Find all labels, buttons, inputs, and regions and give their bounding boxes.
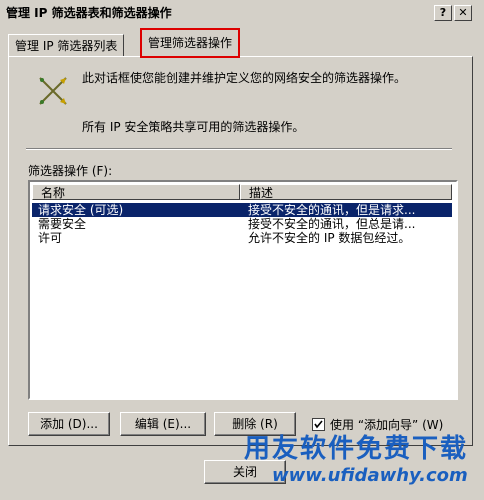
list-item-name: 需要安全: [38, 217, 87, 231]
watermark-title: 用友软件免费下载: [244, 434, 469, 464]
watermark-url: www.ufidawhy.com: [272, 465, 468, 486]
list-item-name: 许可: [38, 231, 63, 245]
list-item-description: 接受不安全的通讯，但是请求...: [248, 203, 416, 217]
filter-action-icon: [39, 77, 67, 105]
filter-actions-list[interactable]: 名称 描述 请求安全 (可选) 接受不安全的通讯，但是请求... 需要安全 接受…: [28, 180, 458, 400]
list-item[interactable]: 请求安全 (可选) 接受不安全的通讯，但是请求...: [32, 203, 452, 217]
column-header-name[interactable]: 名称: [32, 184, 240, 200]
tab-filter-actions[interactable]: 管理筛选器操作: [140, 28, 241, 58]
list-item[interactable]: 许可 允许不安全的 IP 数据包经过。: [32, 231, 452, 245]
description-text: 此对话框使您能创建并维护定义您的网络安全的筛选器操作。: [82, 71, 407, 85]
list-item-description: 接受不安全的通讯，但总是请...: [248, 217, 416, 231]
filter-actions-label: 筛选器操作 (F):: [28, 164, 113, 178]
description-shared-text: 所有 IP 安全策略共享可用的筛选器操作。: [82, 120, 305, 134]
help-button[interactable]: ?: [434, 5, 452, 21]
list-item-description: 允许不安全的 IP 数据包经过。: [248, 231, 411, 245]
edit-button[interactable]: 编辑 (E)...: [120, 412, 206, 436]
list-item-name: 请求安全 (可选): [38, 203, 124, 217]
close-window-button[interactable]: ✕: [454, 5, 472, 21]
column-header-description[interactable]: 描述: [240, 184, 452, 200]
title-bar: 管理 IP 筛选器表和筛选器操作 ? ✕: [0, 0, 484, 24]
list-item[interactable]: 需要安全 接受不安全的通讯，但总是请...: [32, 217, 452, 231]
add-button[interactable]: 添加 (D)...: [28, 412, 110, 436]
divider: [26, 148, 452, 150]
tab-ip-filter-list[interactable]: 管理 IP 筛选器列表: [8, 34, 125, 58]
window-title: 管理 IP 筛选器表和筛选器操作: [6, 6, 172, 20]
